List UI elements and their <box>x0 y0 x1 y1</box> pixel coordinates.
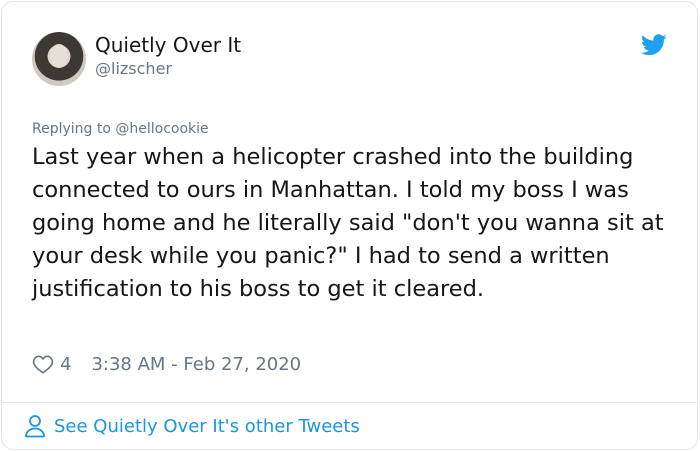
see-other-tweets-link[interactable]: See Quietly Over It's other Tweets <box>24 414 360 438</box>
replying-prefix: Replying to <box>32 121 116 137</box>
see-other-tweets-label[interactable]: See Quietly Over It's other Tweets <box>54 416 360 437</box>
avatar[interactable] <box>32 32 86 86</box>
person-outline-icon <box>25 415 45 438</box>
like-count[interactable]: 4 <box>60 354 71 375</box>
replying-to: Replying to @hellocookie <box>32 121 209 137</box>
replying-mention[interactable]: @hellocookie <box>115 121 208 137</box>
author-name[interactable]: Quietly Over It <box>95 33 241 57</box>
tweet-timestamp[interactable]: 3:38 AM - Feb 27, 2020 <box>91 354 301 375</box>
twitter-bird-icon[interactable] <box>641 34 667 56</box>
tweet-meta: 4 3:38 AM - Feb 27, 2020 <box>32 352 301 376</box>
divider <box>1 402 698 403</box>
tweet-text: Last year when a helicopter crashed into… <box>32 144 664 302</box>
author-handle[interactable]: @lizscher <box>95 59 172 78</box>
heart-outline-icon[interactable] <box>32 354 54 374</box>
